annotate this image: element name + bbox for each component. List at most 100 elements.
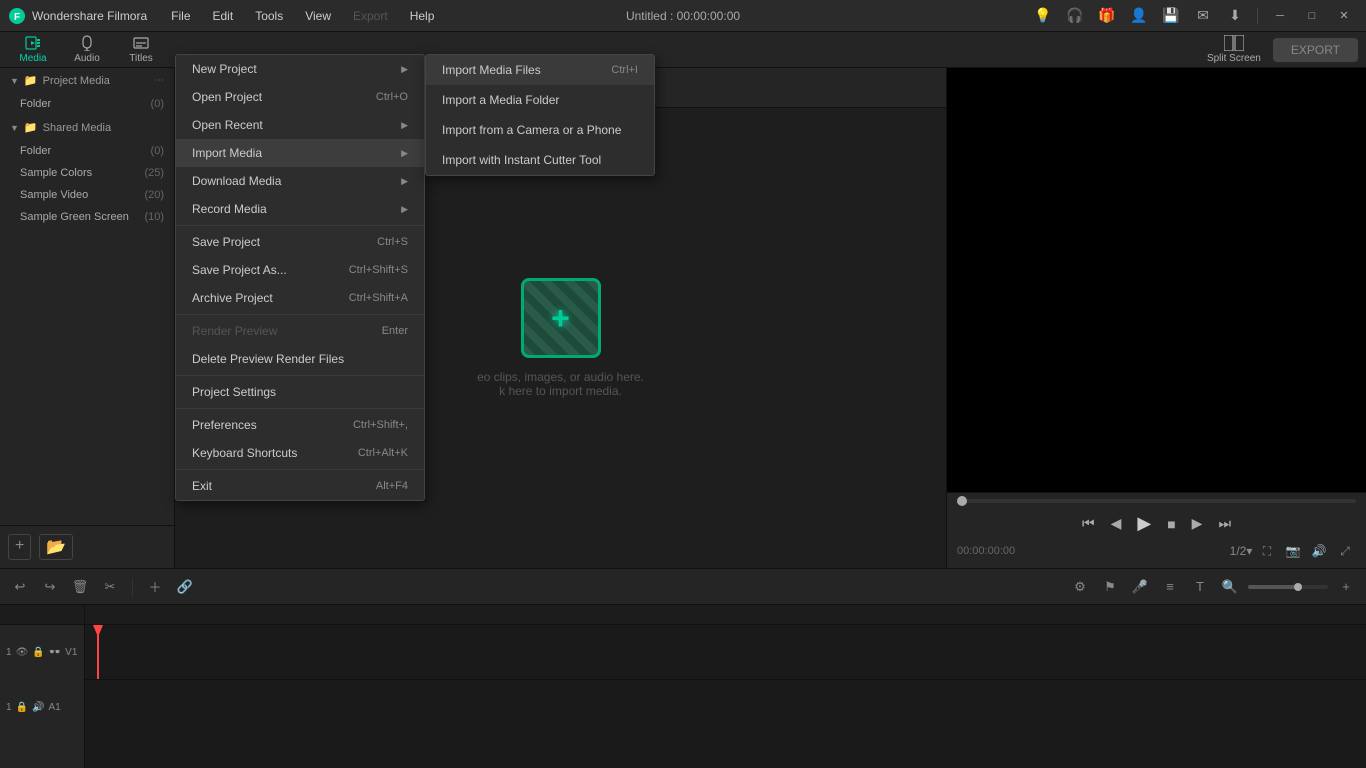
minimize-button[interactable]: ─ bbox=[1266, 5, 1294, 27]
record-media-label: Record Media bbox=[192, 202, 267, 216]
progress-handle[interactable] bbox=[957, 496, 967, 506]
sample-video-item[interactable]: Sample Video (20) bbox=[0, 184, 174, 206]
audio-label: Audio bbox=[74, 53, 100, 64]
submenu-import-camera[interactable]: Import from a Camera or a Phone bbox=[426, 115, 654, 145]
menu-archive-project[interactable]: Archive Project Ctrl+Shift+A bbox=[176, 284, 424, 312]
menu-tools[interactable]: Tools bbox=[245, 6, 293, 26]
delete-button[interactable]: 🗑 bbox=[68, 575, 92, 599]
fullscreen-button[interactable]: ⤢ bbox=[1334, 540, 1356, 562]
tl-settings-icon[interactable]: ⚙ bbox=[1068, 575, 1092, 599]
menu-new-project[interactable]: New Project bbox=[176, 55, 424, 83]
tl-mic-icon[interactable]: 🎤 bbox=[1128, 575, 1152, 599]
submenu-import-cutter[interactable]: Import with Instant Cutter Tool bbox=[426, 145, 654, 175]
sample-green-screen-item[interactable]: Sample Green Screen (10) bbox=[0, 206, 174, 228]
playback-buttons: ⏮ ◀ ▶ ■ ▶ ⏭ bbox=[957, 511, 1356, 536]
screenshot-button[interactable]: 📷 bbox=[1282, 540, 1304, 562]
save-cloud-icon[interactable]: 💾 bbox=[1157, 5, 1185, 27]
audio-track-content bbox=[85, 680, 1366, 735]
toolbar-titles-btn[interactable]: Titles bbox=[116, 32, 166, 67]
shared-folder-count: (0) bbox=[151, 145, 164, 157]
tl-mix-icon[interactable]: ≡ bbox=[1158, 575, 1182, 599]
download-media-label: Download Media bbox=[192, 174, 281, 188]
project-folder-item[interactable]: Folder (0) bbox=[0, 93, 174, 115]
menu-delete-preview[interactable]: Delete Preview Render Files bbox=[176, 345, 424, 373]
undo-button[interactable]: ↩ bbox=[8, 575, 32, 599]
menu-download-media[interactable]: Download Media bbox=[176, 167, 424, 195]
titles-icon bbox=[133, 35, 149, 51]
stop-button[interactable]: ■ bbox=[1162, 514, 1180, 534]
tl-flag-icon[interactable]: ⚑ bbox=[1098, 575, 1122, 599]
play-button[interactable]: ▶ bbox=[1132, 511, 1156, 536]
menu-save-project[interactable]: Save Project Ctrl+S bbox=[176, 228, 424, 256]
menu-open-recent[interactable]: Open Recent bbox=[176, 111, 424, 139]
playhead[interactable] bbox=[97, 625, 99, 679]
zoom-fill bbox=[1248, 585, 1296, 589]
menu-help[interactable]: Help bbox=[400, 6, 445, 26]
add-track-button[interactable]: ＋ bbox=[143, 575, 167, 599]
export-button[interactable]: EXPORT bbox=[1273, 38, 1358, 62]
app-title: Wondershare Filmora bbox=[32, 9, 147, 23]
shared-folder-item[interactable]: Folder (0) bbox=[0, 140, 174, 162]
toolbar-audio-btn[interactable]: Audio bbox=[62, 32, 112, 67]
menu-edit[interactable]: Edit bbox=[203, 6, 244, 26]
menu-open-project[interactable]: Open Project Ctrl+O bbox=[176, 83, 424, 111]
cut-button[interactable]: ✂ bbox=[98, 575, 122, 599]
step-forward-button[interactable]: ⏭ bbox=[1213, 513, 1236, 534]
next-frame-button[interactable]: ▶ bbox=[1187, 513, 1208, 534]
new-folder-button[interactable]: 📂 bbox=[39, 534, 73, 560]
menu-export[interactable]: Export bbox=[343, 6, 398, 26]
redo-button[interactable]: ↪ bbox=[38, 575, 62, 599]
aspect-ratio-button[interactable]: ⛶ bbox=[1256, 540, 1278, 562]
user-icon[interactable]: 👤 bbox=[1125, 5, 1153, 27]
titles-label: Titles bbox=[129, 53, 153, 64]
download-icon[interactable]: ⬇ bbox=[1221, 5, 1249, 27]
import-files-label: Import Media Files bbox=[442, 63, 541, 77]
submenu-import-files[interactable]: Import Media Files Ctrl+I bbox=[426, 55, 654, 85]
maximize-button[interactable]: □ bbox=[1298, 5, 1326, 27]
menu-project-settings[interactable]: Project Settings bbox=[176, 378, 424, 406]
menu-import-media[interactable]: Import Media bbox=[176, 139, 424, 167]
audio-lock-icon[interactable]: 🔒 bbox=[16, 702, 28, 713]
add-folder-button[interactable]: + bbox=[8, 534, 31, 560]
zoom-slider[interactable] bbox=[1248, 585, 1328, 589]
toolbar-media-btn[interactable]: Media bbox=[8, 32, 58, 67]
submenu-import-folder[interactable]: Import a Media Folder bbox=[426, 85, 654, 115]
menu-render-preview: Render Preview Enter bbox=[176, 317, 424, 345]
eye-icon[interactable]: 👁 bbox=[16, 647, 29, 658]
menu-view[interactable]: View bbox=[295, 6, 341, 26]
notification-icon[interactable]: 💡 bbox=[1029, 5, 1057, 27]
import-media-button[interactable]: + bbox=[521, 278, 601, 358]
mail-icon[interactable]: ✉ bbox=[1189, 5, 1217, 27]
close-button[interactable]: ✕ bbox=[1330, 5, 1358, 27]
progress-bar[interactable] bbox=[957, 499, 1356, 503]
keyboard-shortcuts-shortcut: Ctrl+Alt+K bbox=[358, 447, 408, 459]
preview-icon[interactable]: 👓 bbox=[49, 647, 61, 658]
zoom-handle[interactable] bbox=[1294, 583, 1302, 591]
menu-keyboard-shortcuts[interactable]: Keyboard Shortcuts Ctrl+Alt+K bbox=[176, 439, 424, 467]
svg-text:F: F bbox=[14, 12, 20, 23]
menu-preferences[interactable]: Preferences Ctrl+Shift+, bbox=[176, 411, 424, 439]
shared-folder-label: Folder bbox=[20, 145, 51, 157]
sample-colors-item[interactable]: Sample Colors (25) bbox=[0, 162, 174, 184]
tl-zoom-out-icon[interactable]: 🔍 bbox=[1218, 575, 1242, 599]
menu-save-project-as[interactable]: Save Project As... Ctrl+Shift+S bbox=[176, 256, 424, 284]
project-media-section[interactable]: ▼ 📁 Project Media ⋯ bbox=[0, 68, 174, 93]
fraction-select[interactable]: 1/2 ▾ bbox=[1230, 540, 1252, 562]
link-button[interactable]: 🔗 bbox=[173, 575, 197, 599]
lock-icon[interactable]: 🔒 bbox=[32, 647, 44, 658]
shared-media-section[interactable]: ▼ 📁 Shared Media bbox=[0, 115, 174, 140]
timeline-ruler bbox=[85, 605, 1366, 625]
gift-icon[interactable]: 🎁 bbox=[1093, 5, 1121, 27]
tl-zoom-in-icon[interactable]: + bbox=[1334, 575, 1358, 599]
menu-file[interactable]: File bbox=[161, 6, 200, 26]
audio-vol-icon[interactable]: 🔊 bbox=[32, 702, 44, 713]
prev-frame-button[interactable]: ◀ bbox=[1106, 513, 1127, 534]
video-track-header: 1 👁 🔒 👓 V1 bbox=[0, 625, 85, 680]
headset-icon[interactable]: 🎧 bbox=[1061, 5, 1089, 27]
tl-subtitle-icon[interactable]: T bbox=[1188, 575, 1212, 599]
volume-button[interactable]: 🔊 bbox=[1308, 540, 1330, 562]
menu-record-media[interactable]: Record Media bbox=[176, 195, 424, 223]
split-screen-button[interactable]: Split Screen bbox=[1199, 32, 1269, 67]
menu-exit[interactable]: Exit Alt+F4 bbox=[176, 472, 424, 500]
step-back-button[interactable]: ⏮ bbox=[1077, 513, 1100, 534]
